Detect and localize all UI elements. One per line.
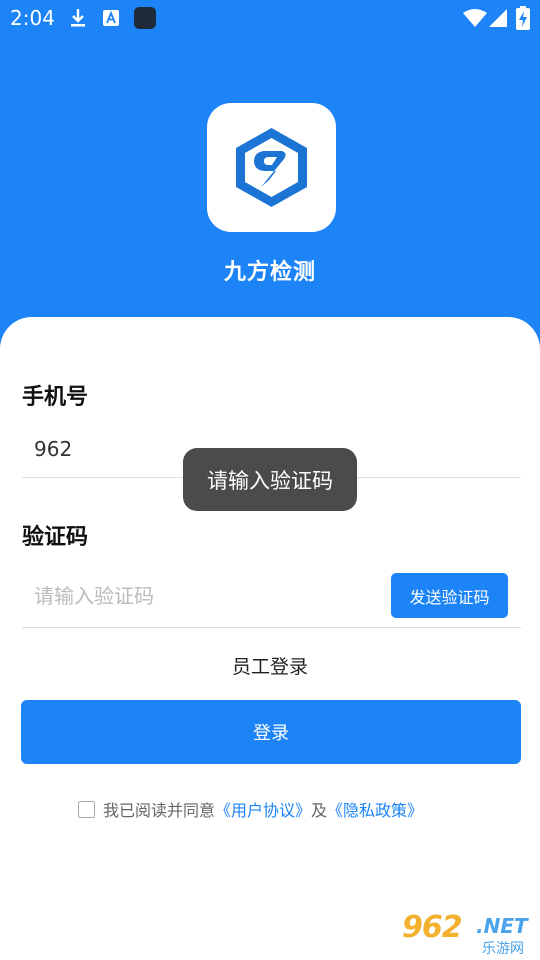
watermark-subtitle: 乐游网: [482, 941, 524, 957]
agreement-checkbox[interactable]: [78, 800, 95, 818]
download-icon: [71, 9, 85, 27]
agreement-row: 我已阅读并同意 《用户协议》 及 《隐私政策》: [78, 798, 423, 820]
staff-login-link[interactable]: 员工登录: [0, 652, 540, 679]
status-time: 2:04: [10, 6, 55, 30]
font-icon: [103, 10, 119, 26]
login-card: [0, 317, 540, 960]
status-bar: 2:04: [0, 0, 540, 36]
agreement-and: 及: [311, 801, 328, 820]
send-code-button[interactable]: 发送验证码: [391, 573, 508, 618]
hexagon-9-logo-icon: [236, 128, 307, 207]
phone-label: 手机号: [22, 385, 89, 410]
login-button[interactable]: 登录: [21, 700, 521, 764]
battery-charging-icon: [516, 6, 530, 30]
code-divider: [22, 627, 521, 628]
toast-message: 请输入验证码: [183, 448, 357, 511]
verification-code-input[interactable]: [22, 575, 384, 617]
agreement-prefix: 我已阅读并同意: [103, 801, 216, 820]
wifi-icon: [463, 9, 487, 27]
cellular-signal-icon: [489, 9, 507, 27]
watermark-number: 962: [402, 910, 463, 945]
watermark: 962 .NET 乐游网: [402, 910, 536, 958]
app-logo: [207, 103, 336, 232]
privacy-policy-link[interactable]: 《隐私政策》: [327, 797, 423, 821]
code-label: 验证码: [22, 525, 89, 550]
square-icon: [134, 7, 156, 29]
phone-input[interactable]: 962: [34, 437, 72, 461]
watermark-suffix: .NET: [476, 914, 528, 938]
user-agreement-link[interactable]: 《用户协议》: [215, 797, 311, 821]
app-name: 九方检测: [223, 260, 316, 285]
